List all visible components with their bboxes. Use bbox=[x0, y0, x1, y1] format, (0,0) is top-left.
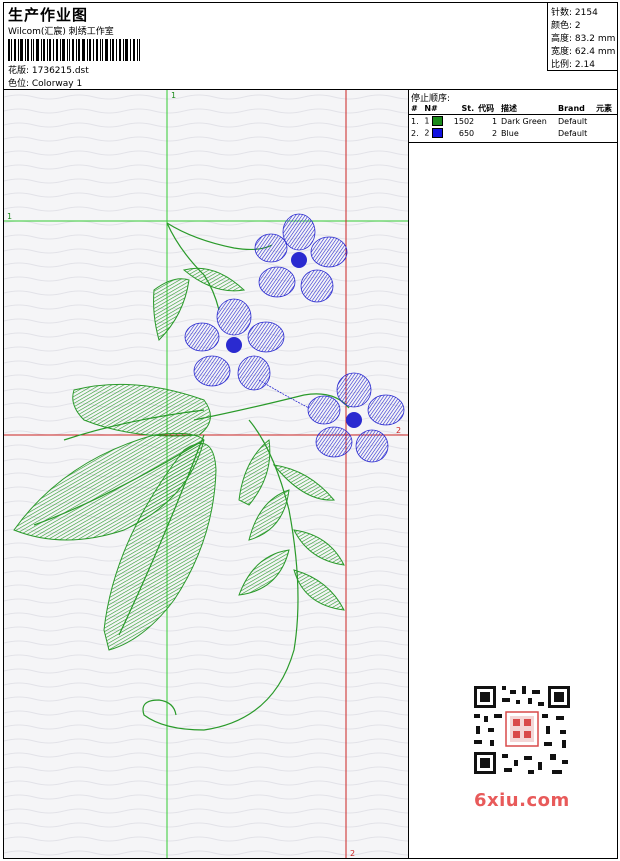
guide-label-red-right: 2 bbox=[396, 426, 401, 435]
stat-height: 高度: 83.2 mm bbox=[551, 34, 616, 44]
design-file: 花版: 1736215.dst bbox=[8, 66, 89, 76]
barcode bbox=[8, 39, 140, 61]
panel-divider bbox=[409, 142, 617, 143]
table-row: 1. 1 1502 1 Dark Green Default bbox=[411, 116, 588, 126]
stat-width: 宽度: 62.4 mm bbox=[551, 47, 616, 57]
stat-scale: 比例: 2.14 bbox=[551, 60, 595, 70]
color-swatch bbox=[431, 128, 443, 138]
stats-box: 针数: 2154 颜色: 2 高度: 83.2 mm 宽度: 62.4 mm 比… bbox=[547, 3, 618, 71]
col-num: # bbox=[409, 102, 423, 115]
color-swatch bbox=[431, 116, 443, 126]
col-brand: Brand bbox=[556, 102, 595, 115]
table-header-row: # N# St. 代码 描述 Brand 元素 bbox=[409, 102, 617, 115]
stat-stitches: 针数: 2154 bbox=[551, 8, 598, 18]
worksheet-title: 生产作业图 bbox=[8, 6, 89, 24]
table-row: 2. 2 650 2 Blue Default bbox=[411, 128, 588, 138]
stat-colors: 颜色: 2 bbox=[551, 21, 581, 31]
col-element: 元素 bbox=[594, 102, 617, 115]
col-description: 描述 bbox=[499, 102, 557, 115]
col-needle: N# bbox=[422, 102, 449, 115]
col-stitches: St. bbox=[448, 102, 477, 115]
guide-label-red-bottom: 2 bbox=[350, 849, 355, 858]
guide-label-green-left: 1 bbox=[7, 212, 12, 221]
design-canvas: 1 1 2 2 bbox=[4, 90, 409, 858]
watermark: 6xiu.com bbox=[474, 790, 570, 811]
guide-label-green-top: 1 bbox=[171, 91, 176, 100]
qr-code bbox=[466, 680, 578, 780]
embroidery-preview: 1 1 2 2 bbox=[4, 90, 408, 858]
stop-sequence-table: # N# St. 代码 描述 Brand 元素 1. 1 1502 1 Dark… bbox=[409, 102, 617, 139]
company-name: Wilcom(汇宸) 刺绣工作室 bbox=[8, 27, 114, 37]
worksheet-header: 生产作业图 Wilcom(汇宸) 刺绣工作室 花版: 1736215.dst 色… bbox=[4, 3, 618, 90]
colorway: 色位: Colorway 1 bbox=[8, 79, 83, 89]
col-code: 代码 bbox=[476, 102, 500, 115]
